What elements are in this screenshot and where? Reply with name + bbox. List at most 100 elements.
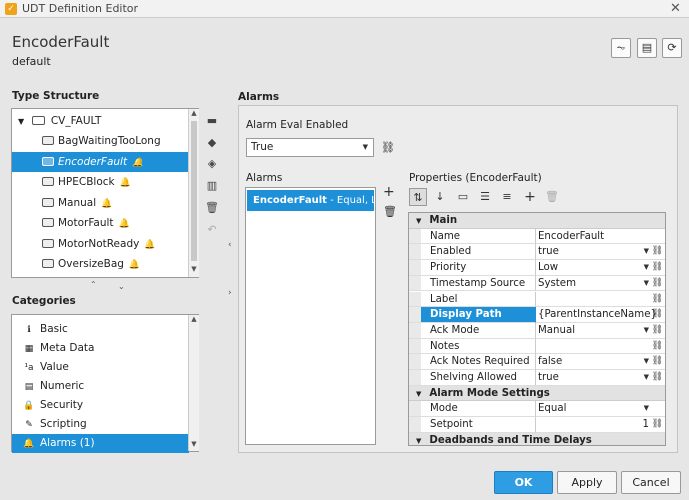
- cancel-button[interactable]: Cancel: [621, 471, 681, 494]
- scroll-down-icon[interactable]: ▼: [189, 440, 199, 448]
- scroll-thumb[interactable]: [191, 121, 197, 261]
- collapse-icon[interactable]: ▼: [416, 217, 421, 225]
- ok-button[interactable]: OK: [494, 471, 553, 494]
- tree-item[interactable]: EncoderFault 🔔: [12, 151, 189, 172]
- category-item[interactable]: ▤ Numeric: [12, 377, 189, 396]
- tag-icon[interactable]: ◈: [205, 157, 219, 171]
- alarm-list-item[interactable]: EncoderFault - Equal, Low: [247, 190, 374, 211]
- apply-button[interactable]: Apply: [557, 471, 617, 494]
- link-icon[interactable]: ⛓: [652, 292, 663, 308]
- link-icon[interactable]: ⛓: [652, 260, 663, 276]
- tree-scrollbar[interactable]: ▲ ▼: [188, 109, 199, 277]
- scroll-down-icon[interactable]: ▼: [189, 265, 199, 273]
- close-icon[interactable]: ✕: [670, 1, 681, 16]
- alarms-list[interactable]: EncoderFault - Equal, Low: [245, 187, 376, 445]
- property-value[interactable]: System ▼ ⛓: [536, 276, 665, 292]
- property-value[interactable]: ⛓: [536, 292, 665, 308]
- link-icon[interactable]: ⛓: [652, 417, 663, 433]
- add-tag-icon[interactable]: ◆: [205, 136, 219, 150]
- expand-all-icon[interactable]: ☰: [476, 188, 494, 206]
- property-value[interactable]: true ▼ ⛓: [536, 244, 665, 261]
- property-category[interactable]: ▼ Deadbands and Time Delays: [409, 432, 665, 445]
- add-alarm-icon[interactable]: +: [383, 184, 395, 200]
- delete-property-icon[interactable]: 🗑: [543, 188, 561, 206]
- link-icon[interactable]: ⛓: [652, 354, 663, 370]
- property-value[interactable]: EncoderFault: [536, 229, 665, 245]
- tree-item[interactable]: MotorFault 🔔: [12, 213, 189, 233]
- property-row[interactable]: Label ⛓: [409, 291, 665, 308]
- property-value[interactable]: Equal ▼: [536, 401, 665, 418]
- property-value[interactable]: true ▼ ⛓: [536, 370, 665, 386]
- delete-icon[interactable]: 🗑: [205, 201, 219, 215]
- property-row[interactable]: Ack Mode Manual ▼ ⛓: [409, 322, 665, 339]
- category-item[interactable]: ✎ Scripting: [12, 415, 189, 434]
- property-row[interactable]: Priority Low ▼ ⛓: [409, 260, 665, 276]
- sort-alpha-icon[interactable]: ↓: [431, 188, 449, 206]
- tree-item[interactable]: OversizeBag 🔔: [12, 254, 189, 274]
- collapse-icon[interactable]: ▼: [416, 390, 421, 398]
- tree-item[interactable]: MotorNotReady 🔔: [12, 234, 189, 254]
- link-icon[interactable]: ⛓: [652, 339, 663, 355]
- property-row[interactable]: Shelving Allowed true ▼ ⛓: [409, 370, 665, 386]
- sort-category-icon[interactable]: ⇅: [409, 188, 427, 206]
- property-value[interactable]: Manual ▼ ⛓: [536, 323, 665, 339]
- property-category[interactable]: ▼ Alarm Mode Settings: [409, 385, 665, 402]
- chevron-down-icon[interactable]: ▼: [644, 323, 649, 339]
- property-value[interactable]: 1 ⛓: [536, 417, 665, 433]
- chevron-down-icon[interactable]: ▼: [644, 260, 649, 276]
- link-icon[interactable]: ⛓: [652, 307, 663, 323]
- document-icon[interactable]: ▤: [637, 38, 657, 58]
- link-icon[interactable]: ⛓: [652, 323, 663, 339]
- category-item[interactable]: ¹a Value: [12, 358, 189, 377]
- scroll-up-icon[interactable]: ▲: [189, 315, 199, 323]
- link-icon[interactable]: ⛓: [652, 244, 663, 260]
- property-value[interactable]: {ParentInstanceName} ⛓: [536, 307, 665, 323]
- undo-icon[interactable]: ↶: [205, 223, 219, 237]
- tree-root[interactable]: ▼ CV_FAULT: [12, 111, 189, 131]
- chevron-left-icon[interactable]: ‹: [228, 240, 232, 250]
- property-row[interactable]: Mode Equal ▼: [409, 401, 665, 418]
- property-category[interactable]: ▼ Main: [409, 213, 665, 229]
- tree-item[interactable]: Manual 🔔: [12, 193, 189, 213]
- property-row[interactable]: Display Path {ParentInstanceName} ⛓: [409, 307, 665, 323]
- chevron-down-icon[interactable]: ▼: [644, 276, 649, 292]
- scroll-up-icon[interactable]: ▲: [189, 109, 199, 117]
- comment-icon[interactable]: ▭: [454, 188, 472, 206]
- type-structure-tree[interactable]: ▼ CV_FAULT BagWaitingTooLong EncoderFault…: [11, 108, 199, 278]
- collapse-down-icon[interactable]: ⌄: [118, 282, 125, 291]
- chevron-down-icon[interactable]: ▼: [644, 401, 649, 417]
- refresh-icon[interactable]: ⟳: [662, 38, 682, 58]
- properties-grid[interactable]: ▼ Main Name EncoderFault Enabled true ▼ ⛓ Priori…: [408, 212, 666, 446]
- alarm-eval-select[interactable]: True ▼: [246, 138, 374, 157]
- link-icon[interactable]: ⛓: [652, 370, 663, 386]
- tree-item[interactable]: HPECBlock 🔔: [12, 172, 189, 192]
- property-value[interactable]: false ▼ ⛓: [536, 354, 665, 370]
- delete-alarm-icon[interactable]: 🗑: [383, 205, 397, 218]
- tree-item[interactable]: BagWaitingTooLong: [12, 131, 189, 151]
- category-item[interactable]: 🔒 Security: [12, 396, 189, 415]
- property-row[interactable]: Notes ⛓: [409, 338, 665, 355]
- property-row[interactable]: Name EncoderFault: [409, 228, 665, 245]
- categories-list[interactable]: ℹ Basic ▦ Meta Data ¹a Value ▤ Numeric 🔒 Security…: [11, 314, 199, 453]
- category-item[interactable]: 🔔 Alarms (1): [12, 434, 189, 453]
- property-value[interactable]: Low ▼ ⛓: [536, 260, 665, 276]
- collapse-icon[interactable]: ▼: [416, 437, 421, 445]
- property-row[interactable]: Enabled true ▼ ⛓: [409, 244, 665, 261]
- property-row[interactable]: Setpoint 1 ⛓: [409, 417, 665, 433]
- chevron-down-icon[interactable]: ▼: [644, 354, 649, 370]
- collapse-up-icon[interactable]: ⌃: [90, 280, 97, 289]
- link-icon[interactable]: ⛓: [652, 276, 663, 292]
- add-property-icon[interactable]: +: [521, 188, 539, 206]
- property-row[interactable]: Ack Notes Required false ▼ ⛓: [409, 354, 665, 370]
- link-icon[interactable]: ⛓: [381, 141, 395, 154]
- folder-icon[interactable]: ▬: [205, 114, 219, 128]
- expand-arrow-icon[interactable]: ▼: [18, 117, 24, 126]
- pulse-icon[interactable]: ⏦: [611, 38, 631, 58]
- category-item[interactable]: ▦ Meta Data: [12, 339, 189, 358]
- property-value[interactable]: ⛓: [536, 339, 665, 355]
- category-item[interactable]: ℹ Basic: [12, 320, 189, 339]
- chevron-right-icon[interactable]: ›: [228, 288, 232, 298]
- property-row[interactable]: Timestamp Source System ▼ ⛓: [409, 275, 665, 292]
- chevron-down-icon[interactable]: ▼: [644, 370, 649, 386]
- columns-icon[interactable]: ▥: [205, 179, 219, 193]
